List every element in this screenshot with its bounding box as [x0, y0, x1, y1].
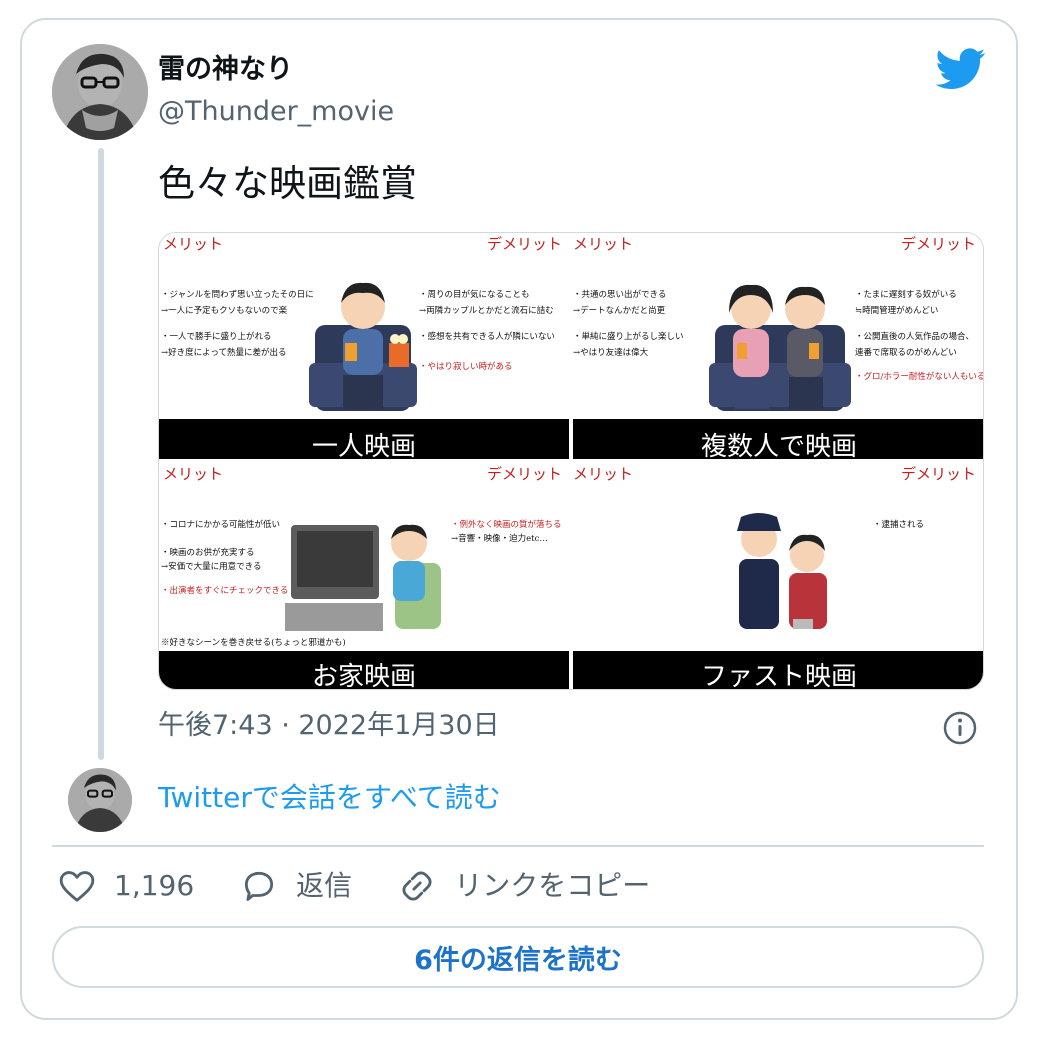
svg-text:≒時間管理がめんどい: ≒時間管理がめんどい [855, 305, 938, 316]
like-button[interactable]: 1,196 [58, 866, 194, 906]
svg-text:・ジャンルを問わず思い立ったその日に: ・ジャンルを問わず思い立ったその日に [161, 289, 314, 300]
svg-text:→好き度によって熱量に差が出る: →好き度によって熱量に差が出る [161, 347, 286, 358]
copy-link-label: リンクをコピー [454, 869, 651, 902]
panel-4-title: ファスト映画 [701, 662, 857, 690]
panel-1-demerit-label: デメリット [487, 235, 562, 253]
svg-text:・やはり寂しい時がある: ・やはり寂しい時がある [419, 361, 513, 372]
svg-text:・コロナにかかる可能性が低い: ・コロナにかかる可能性が低い [161, 519, 280, 530]
svg-text:メリット: メリット [573, 465, 633, 483]
svg-text:・一人で勝手に盛り上がれる: ・一人で勝手に盛り上がれる [161, 331, 272, 342]
tweet-timestamp[interactable]: 午後7:43 · 2022年1月30日 [158, 706, 500, 746]
panel-1-title: 一人映画 [312, 432, 416, 462]
svg-text:→音響・映像・迫力etc…: →音響・映像・迫力etc… [451, 533, 548, 544]
svg-text:デメリット: デメリット [901, 465, 976, 483]
svg-text:→両隣カップルとかだと流石に詰む: →両隣カップルとかだと流石に詰む [419, 305, 554, 316]
tweet-actions: 1,196 返信 リンクをコピー [58, 864, 696, 908]
svg-text:→安価で大量に用意できる: →安価で大量に用意できる [161, 561, 261, 572]
link-icon [402, 871, 432, 901]
svg-text:・映画のお供が充実する: ・映画のお供が充実する [161, 547, 255, 558]
svg-text:デメリット: デメリット [487, 465, 562, 483]
read-replies-button[interactable]: 6件の返信を読む [52, 926, 984, 988]
svg-text:→やはり友達は偉大: →やはり友達は偉大 [573, 347, 649, 358]
author-handle[interactable]: @Thunder_movie [158, 94, 394, 130]
like-count: 1,196 [114, 869, 195, 902]
svg-text:・たまに遅刻する奴がいる: ・たまに遅刻する奴がいる [855, 289, 957, 300]
panel-2-title: 複数人で映画 [701, 432, 857, 462]
home-viewer-illustration [285, 524, 441, 631]
svg-text:・共通の思い出ができる: ・共通の思い出ができる [573, 289, 666, 300]
author-avatar[interactable] [52, 44, 148, 140]
svg-text:・グロ/ホラー耐性がない人もいる: ・グロ/ホラー耐性がない人もいる [855, 371, 984, 382]
svg-text:連番で席取るのがめんどい: 連番で席取るのがめんどい [855, 347, 957, 358]
author-display-name[interactable]: 雷の神なり [158, 52, 293, 88]
reply-bubble-icon [245, 871, 274, 901]
svg-text:・感想を共有できる人が隣にいない: ・感想を共有できる人が隣にいない [419, 331, 555, 342]
thread-connector-line [98, 148, 104, 760]
svg-text:メリット: メリット [573, 235, 633, 253]
conversation-avatar[interactable] [68, 768, 132, 832]
svg-text:・単純に盛り上がるし楽しい: ・単純に盛り上がるし楽しい [573, 331, 684, 342]
tweet-text: 色々な映画鑑賞 [158, 162, 417, 205]
heart-icon [59, 871, 95, 902]
tweet-media-image[interactable]: メリット デメリット ・ジャンルを問わず思い立ったその日に →一人に予定もクソも… [158, 232, 984, 690]
twitter-bird-icon[interactable] [936, 48, 986, 90]
panel-3-title: お家映画 [312, 662, 416, 690]
svg-text:・出演者をすぐにチェックできる: ・出演者をすぐにチェックできる [161, 585, 288, 596]
svg-text:・例外なく映画の質が落ちる: ・例外なく映画の質が落ちる [451, 519, 562, 530]
read-conversation-link[interactable]: Twitterで会話をすべて読む [158, 778, 501, 818]
svg-text:→一人に予定もクソもないので楽: →一人に予定もクソもないので楽 [161, 305, 288, 316]
actions-divider [52, 845, 984, 847]
svg-text:→デートなんかだと尚更: →デートなんかだと尚更 [573, 305, 666, 316]
svg-text:・周りの目が気になることも: ・周りの目が気になることも [419, 289, 530, 300]
info-icon[interactable] [942, 710, 978, 746]
copy-link-button[interactable]: リンクをコピー [398, 866, 650, 906]
reply-label: 返信 [296, 869, 353, 902]
reply-button[interactable]: 返信 [240, 866, 352, 906]
svg-text:※好きなシーンを巻き戻せる(ちょっと邪道かも): ※好きなシーンを巻き戻せる(ちょっと邪道かも) [161, 637, 346, 648]
panel-1-merit-label: メリット [163, 235, 223, 253]
svg-text:・逮捕される: ・逮捕される [873, 519, 924, 530]
svg-text:・公開直後の人気作品の場合、: ・公開直後の人気作品の場合、 [855, 331, 974, 342]
svg-text:デメリット: デメリット [901, 235, 976, 253]
svg-text:メリット: メリット [163, 465, 223, 483]
